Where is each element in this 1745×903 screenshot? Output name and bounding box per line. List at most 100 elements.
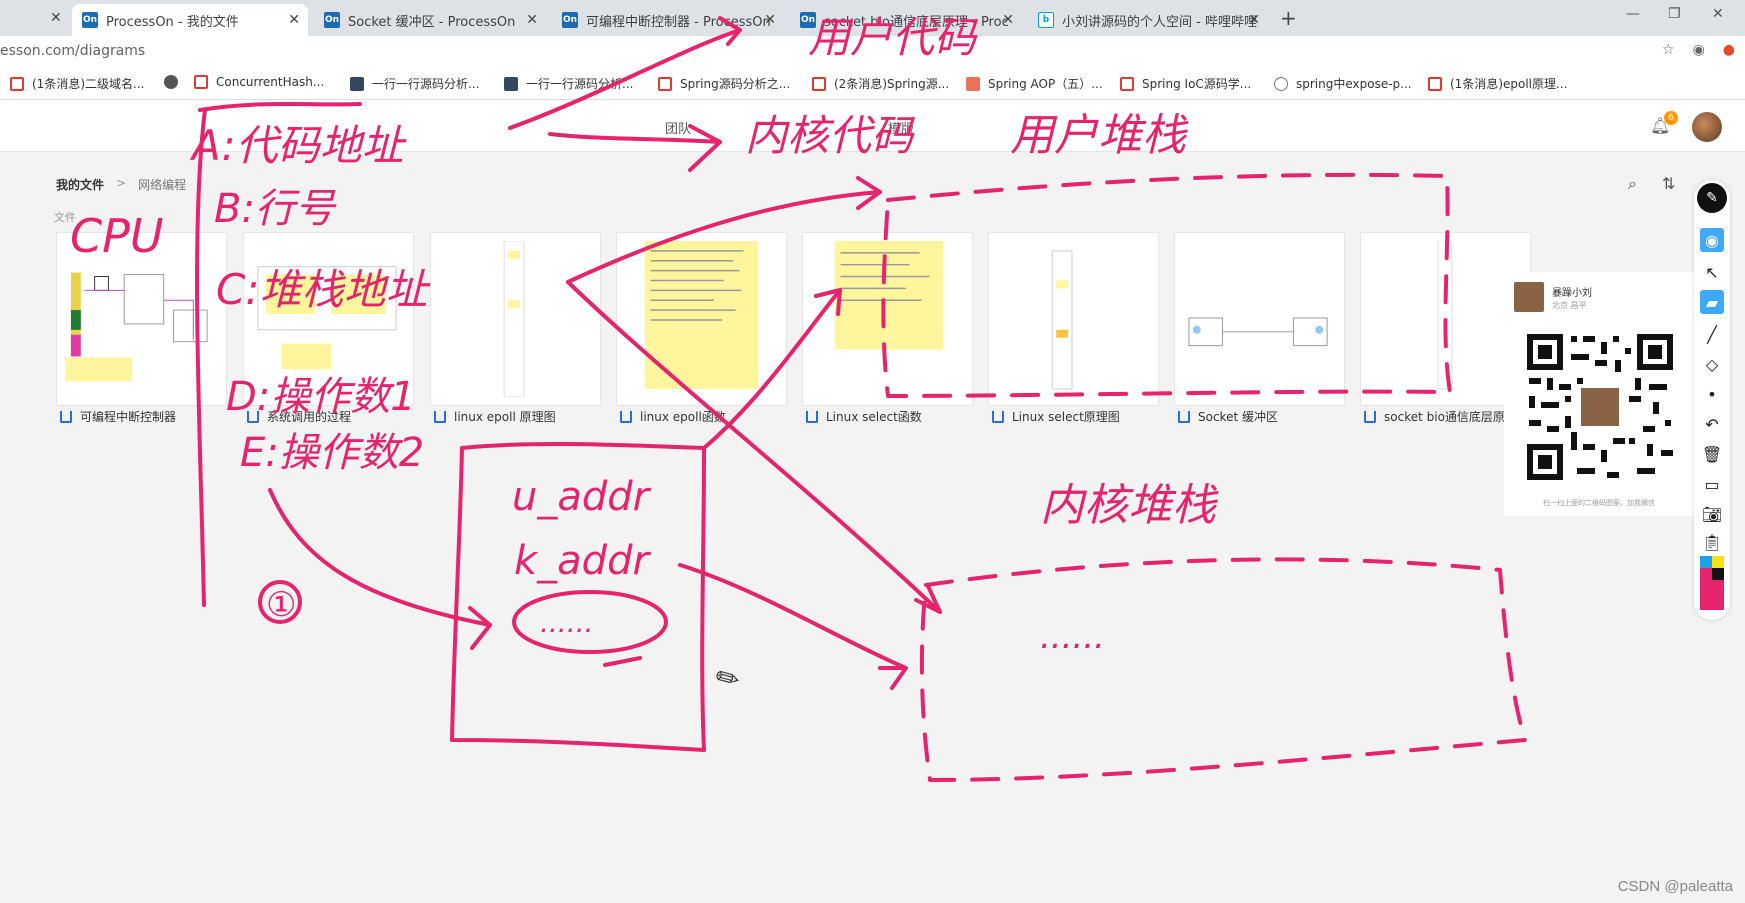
trash-icon[interactable]: 🗑︎ — [1700, 442, 1724, 466]
diagram-icon — [992, 410, 1004, 423]
code-icon — [504, 76, 518, 91]
eye-icon[interactable]: ◉ — [1700, 228, 1724, 252]
tab-socket-bio[interactable]: On socket bio通信底层原理 - Proc ✕ — [790, 4, 1022, 36]
restore-icon[interactable]: ❐ — [1668, 6, 1681, 22]
tab-bilibili[interactable]: b 小刘讲源码的个人空间 - 哔哩哔哩 ✕ — [1028, 4, 1268, 36]
file-name-text: linux epoll 原理图 — [454, 410, 556, 424]
close-icon[interactable]: ✕ — [526, 12, 538, 28]
file-name[interactable]: linux epoll 原理图 — [434, 408, 556, 425]
label-kernel-stack: 内核堆栈 — [1040, 480, 1219, 531]
tab-title: Socket 缓冲区 - ProcessOn — [348, 14, 516, 30]
file-name[interactable]: 系统调用的过程 — [247, 408, 351, 425]
bookmark-item[interactable]: 一行一行源码分析... — [504, 75, 633, 92]
processon-icon: On — [324, 12, 340, 28]
tab-socket-buffer[interactable]: On Socket 缓冲区 - ProcessOn ✕ — [314, 4, 546, 36]
file-name-text: 系统调用的过程 — [267, 410, 352, 424]
bookmark-item[interactable] — [164, 75, 186, 89]
bookmark-item[interactable]: (1条消息)epoll原理... — [1428, 75, 1567, 92]
color-swatch-blue[interactable] — [1700, 556, 1712, 568]
avatar[interactable] — [1692, 112, 1722, 142]
nav-templates[interactable]: 模版 — [888, 118, 914, 137]
highlighter-icon[interactable]: ▰ — [1700, 290, 1724, 314]
url-field[interactable]: esson.com/diagrams — [0, 43, 145, 59]
underline-stroke — [603, 656, 642, 667]
close-window-icon[interactable]: ✕ — [1712, 6, 1724, 22]
file-card[interactable] — [430, 232, 601, 406]
bookmark-item[interactable]: spring中expose-p... — [1274, 75, 1412, 92]
file-card[interactable] — [56, 232, 227, 406]
close-icon[interactable]: ✕ — [1248, 12, 1260, 28]
bookmark-label: spring中expose-p... — [1296, 77, 1412, 91]
bookmark-item[interactable]: (2条消息)Spring源... — [812, 75, 949, 92]
color-swatches[interactable] — [1700, 556, 1724, 610]
cursor-icon[interactable]: ↖ — [1700, 260, 1724, 284]
line-icon[interactable]: ╱ — [1700, 322, 1724, 346]
bookmark-label: Spring源码分析之... — [680, 77, 791, 91]
notification-badge: 6 — [1664, 111, 1678, 125]
bookmark-item[interactable]: (1条消息)二级域名... — [10, 75, 144, 92]
label-kernel-dots: ...... — [1040, 617, 1105, 657]
bookmark-label: 一行一行源码分析... — [526, 77, 634, 91]
dot-icon[interactable]: • — [1700, 382, 1724, 406]
pen-icon[interactable]: ✎ — [1697, 183, 1727, 213]
minimize-icon[interactable]: — — [1626, 6, 1640, 22]
close-icon[interactable]: ✕ — [764, 12, 776, 28]
new-tab-button[interactable]: + — [1280, 6, 1297, 30]
nav-team[interactable]: 团队 ⌄ — [665, 118, 706, 137]
update-icon[interactable]: ● — [1723, 42, 1735, 58]
file-card[interactable] — [988, 232, 1159, 406]
diagram-icon — [1364, 410, 1376, 423]
eraser-icon[interactable]: ◇ — [1700, 352, 1724, 376]
file-name-text: linux epoll函数 — [640, 410, 726, 424]
tab-processon-files[interactable]: On ProcessOn - 我的文件 ✕ — [72, 4, 308, 36]
close-icon[interactable]: ✕ — [1002, 12, 1014, 28]
color-swatch-yellow[interactable] — [1712, 556, 1724, 568]
star-icon[interactable]: ☆ — [1662, 42, 1675, 58]
search-icon[interactable]: ⌕ — [1628, 174, 1637, 194]
diagram-thumbnail — [1437, 241, 1453, 390]
profile-icon[interactable]: ◉ — [1693, 42, 1705, 58]
color-swatch-black[interactable] — [1712, 568, 1724, 580]
processon-icon: On — [82, 12, 98, 28]
bookmark-item[interactable]: Spring源码分析之... — [658, 75, 790, 92]
label-u-addr: u_addr — [512, 474, 652, 520]
diagram-thumbnail — [65, 272, 208, 382]
file-card[interactable] — [1174, 232, 1345, 406]
file-name[interactable]: socket bio通信底层原理 — [1364, 408, 1517, 425]
bookmark-label: (2条消息)Spring源... — [834, 77, 950, 91]
breadcrumb-root[interactable]: 我的文件 — [56, 176, 104, 193]
bookmark-label: Spring AOP（五）... — [988, 77, 1103, 91]
color-swatch-pink[interactable] — [1700, 568, 1712, 580]
process-block — [450, 441, 706, 752]
bookmark-item[interactable]: ConcurrentHash... — [194, 75, 324, 89]
tab-interrupt-controller[interactable]: On 可编程中断控制器 - ProcessOn ✕ — [552, 4, 784, 36]
file-name[interactable]: 可编程中断控制器 — [60, 408, 176, 425]
register-ellipse — [512, 590, 668, 654]
undo-icon[interactable]: ↶ — [1700, 412, 1724, 436]
processon-header: 团队 ⌄ 模版 🔔︎ 6 — [0, 100, 1745, 152]
file-name[interactable]: linux epoll函数 — [620, 408, 726, 425]
clipboard-icon[interactable]: 📋︎ — [1700, 530, 1724, 554]
diagram-icon — [620, 410, 632, 423]
sort-icon[interactable]: ⇅ — [1662, 174, 1675, 193]
file-name[interactable]: Socket 缓冲区 — [1178, 408, 1278, 425]
camera-icon[interactable]: 📷︎ — [1700, 502, 1724, 526]
annotation-toolbar: ✎ ◉ ↖ ▰ ╱ ◇ • ↶ 🗑︎ ▭ 📷︎ 📋︎ — [1694, 180, 1730, 620]
file-card[interactable] — [243, 232, 414, 406]
bookmark-item[interactable]: Spring IoC源码学... — [1120, 75, 1251, 92]
address-bar: esson.com/diagrams ☆ ◉ ● — [0, 36, 1745, 66]
close-icon[interactable]: ✕ — [50, 10, 62, 26]
bookmark-item[interactable]: 一行一行源码分析... — [350, 75, 479, 92]
tab-title: 小刘讲源码的个人空间 - 哔哩哔哩 — [1062, 14, 1257, 30]
diagram-icon — [60, 410, 72, 423]
close-icon[interactable]: ✕ — [288, 12, 300, 28]
globe-icon — [164, 75, 178, 89]
board-icon[interactable]: ▭ — [1700, 472, 1724, 496]
file-card[interactable] — [616, 232, 787, 406]
file-card[interactable] — [802, 232, 973, 406]
csdn-icon — [194, 75, 208, 89]
file-name[interactable]: Linux select原理图 — [992, 408, 1120, 425]
code-icon — [350, 76, 364, 91]
bookmark-item[interactable]: Spring AOP（五）... — [966, 75, 1103, 92]
file-name[interactable]: Linux select函数 — [806, 408, 922, 425]
